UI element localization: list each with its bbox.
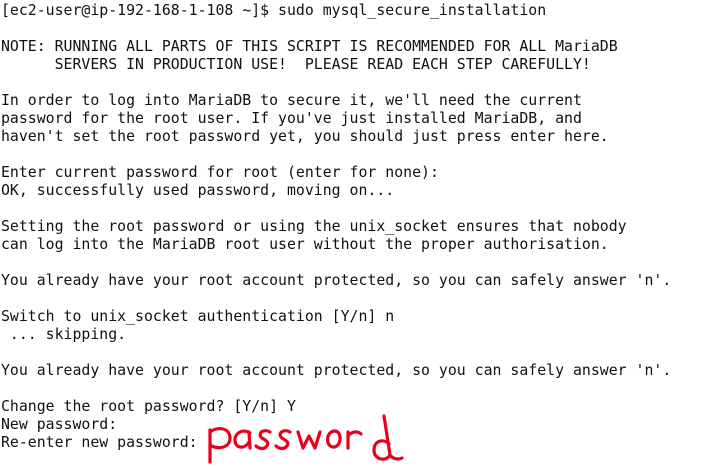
terminal-line: You already have your root account prote… (1, 271, 672, 289)
terminal-line: haven't set the root password yet, you s… (1, 127, 609, 145)
terminal-line-prompt: Re-enter new password: (1, 433, 198, 451)
terminal-line: OK, successfully used password, moving o… (1, 181, 395, 199)
terminal-line: In order to log into MariaDB to secure i… (1, 91, 582, 109)
terminal-line-prompt: Change the root password? [Y/n] Y (1, 397, 296, 415)
terminal-line-prompt: Enter current password for root (enter f… (1, 163, 439, 181)
terminal-line-prompt: Switch to unix_socket authentication [Y/… (1, 307, 395, 325)
terminal-line-prompt-command: [ec2-user@ip-192-168-1-108 ~]$ sudo mysq… (1, 1, 547, 19)
terminal-line-note: NOTE: RUNNING ALL PARTS OF THIS SCRIPT I… (1, 37, 618, 55)
terminal-line: You already have your root account prote… (1, 361, 672, 379)
terminal-window[interactable]: [ec2-user@ip-192-168-1-108 ~]$ sudo mysq… (0, 0, 717, 469)
terminal-line: password for the root user. If you've ju… (1, 109, 582, 127)
terminal-line: Setting the root password or using the u… (1, 217, 627, 235)
terminal-line-prompt: New password: (1, 415, 118, 433)
terminal-line-note: SERVERS IN PRODUCTION USE! PLEASE READ E… (1, 55, 591, 73)
terminal-line: ... skipping. (1, 325, 127, 343)
handwritten-password-annotation (208, 414, 404, 464)
terminal-line: can log into the MariaDB root user witho… (1, 235, 609, 253)
